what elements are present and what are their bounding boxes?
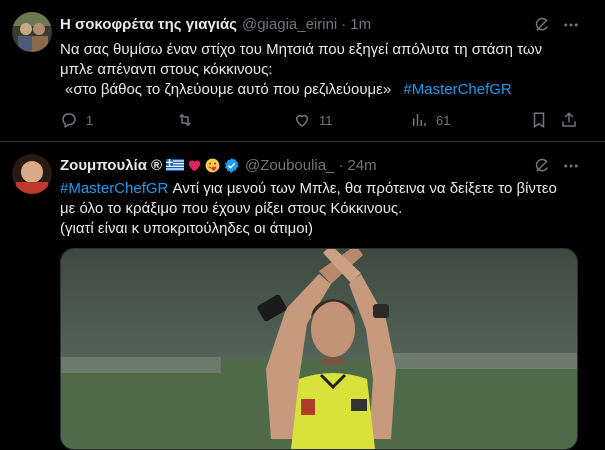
greek-flag-icon — [166, 159, 184, 171]
tweet-text: #MasterChefGR Αντί για μενού των Μπλε, θ… — [60, 179, 590, 239]
tweet-line-text: Αντί για μενού των Μπλε, θα πρότεινα να … — [172, 180, 557, 197]
bookmark-icon[interactable] — [530, 111, 548, 129]
hashtag-link[interactable]: #MasterChefGR — [60, 180, 168, 197]
tweet-header: Ζουμπουλία ® @Zouboulia_ · 24m — [60, 155, 377, 175]
user-handle[interactable]: @giagia_eirini — [242, 16, 337, 33]
tweet-line: «στο βάθος το ζηλεύουμε αυτό που ρεζιλεύ… — [60, 80, 590, 100]
reply-count: 1 — [86, 112, 94, 128]
views-count: 61 — [436, 112, 451, 128]
avatar[interactable] — [12, 12, 52, 52]
like-count: 11 — [319, 112, 333, 128]
like-icon — [295, 114, 309, 127]
tweet-line: #MasterChefGR Αντί για μενού των Μπλε, θ… — [60, 179, 590, 199]
referee-photo — [61, 249, 577, 449]
separator-dot: · — [338, 156, 344, 174]
quote-text: «στο βάθος το ζηλεύουμε αυτό που ρεζιλεύ… — [65, 81, 392, 98]
timestamp[interactable]: 24m — [347, 157, 376, 174]
registered-mark: ® — [150, 156, 162, 174]
verified-icon[interactable] — [223, 157, 240, 174]
retweet-icon — [179, 113, 191, 127]
display-name[interactable]: Ζουμπουλία — [60, 157, 147, 174]
tongue-face-icon — [205, 158, 220, 172]
more-icon[interactable] — [562, 157, 580, 175]
display-name[interactable]: Η σοκοφρέτα της γιαγιάς — [60, 16, 237, 33]
tweet-text: Να σας θυμίσω έναν στίχο του Μητσιά που … — [60, 40, 590, 100]
tweet-line: Να σας θυμίσω έναν στίχο του Μητσιά που … — [60, 41, 543, 58]
views-icon — [413, 114, 426, 126]
tweet-header: Η σοκοφρέτα της γιαγιάς @giagia_eirini ·… — [60, 14, 371, 34]
reply-icon — [62, 113, 76, 129]
red-heart-icon — [188, 160, 201, 171]
action-bar: 1 11 61 — [60, 111, 590, 131]
avatar[interactable] — [12, 154, 52, 194]
separator-dot: · — [341, 15, 347, 33]
timestamp[interactable]: 1m — [350, 16, 371, 33]
hashtag-link[interactable]: #MasterChefGR — [403, 81, 511, 98]
tweet-line: μπλε απέναντι στους κόκκινους: — [60, 61, 273, 78]
more-icon[interactable] — [562, 16, 580, 34]
tweet-line: (γιατί είναι κ υποκριτούληδες οι άτιμοι) — [60, 220, 313, 237]
reply-button[interactable]: 1 — [60, 111, 93, 129]
retweet-button[interactable] — [176, 111, 202, 129]
tweet-line: με όλο το κράξιμο που έχουν ρίξει στους … — [60, 200, 403, 217]
grok-icon[interactable] — [533, 157, 551, 175]
like-button[interactable]: 11 — [293, 111, 333, 129]
share-icon[interactable] — [560, 111, 578, 129]
tweet-media-image[interactable] — [60, 248, 578, 450]
tweet-1[interactable]: Η σοκοφρέτα της γιαγιάς @giagia_eirini ·… — [0, 0, 605, 141]
grok-icon[interactable] — [533, 16, 551, 34]
user-handle[interactable]: @Zouboulia_ — [245, 157, 334, 174]
views-button[interactable]: 61 — [410, 111, 450, 129]
